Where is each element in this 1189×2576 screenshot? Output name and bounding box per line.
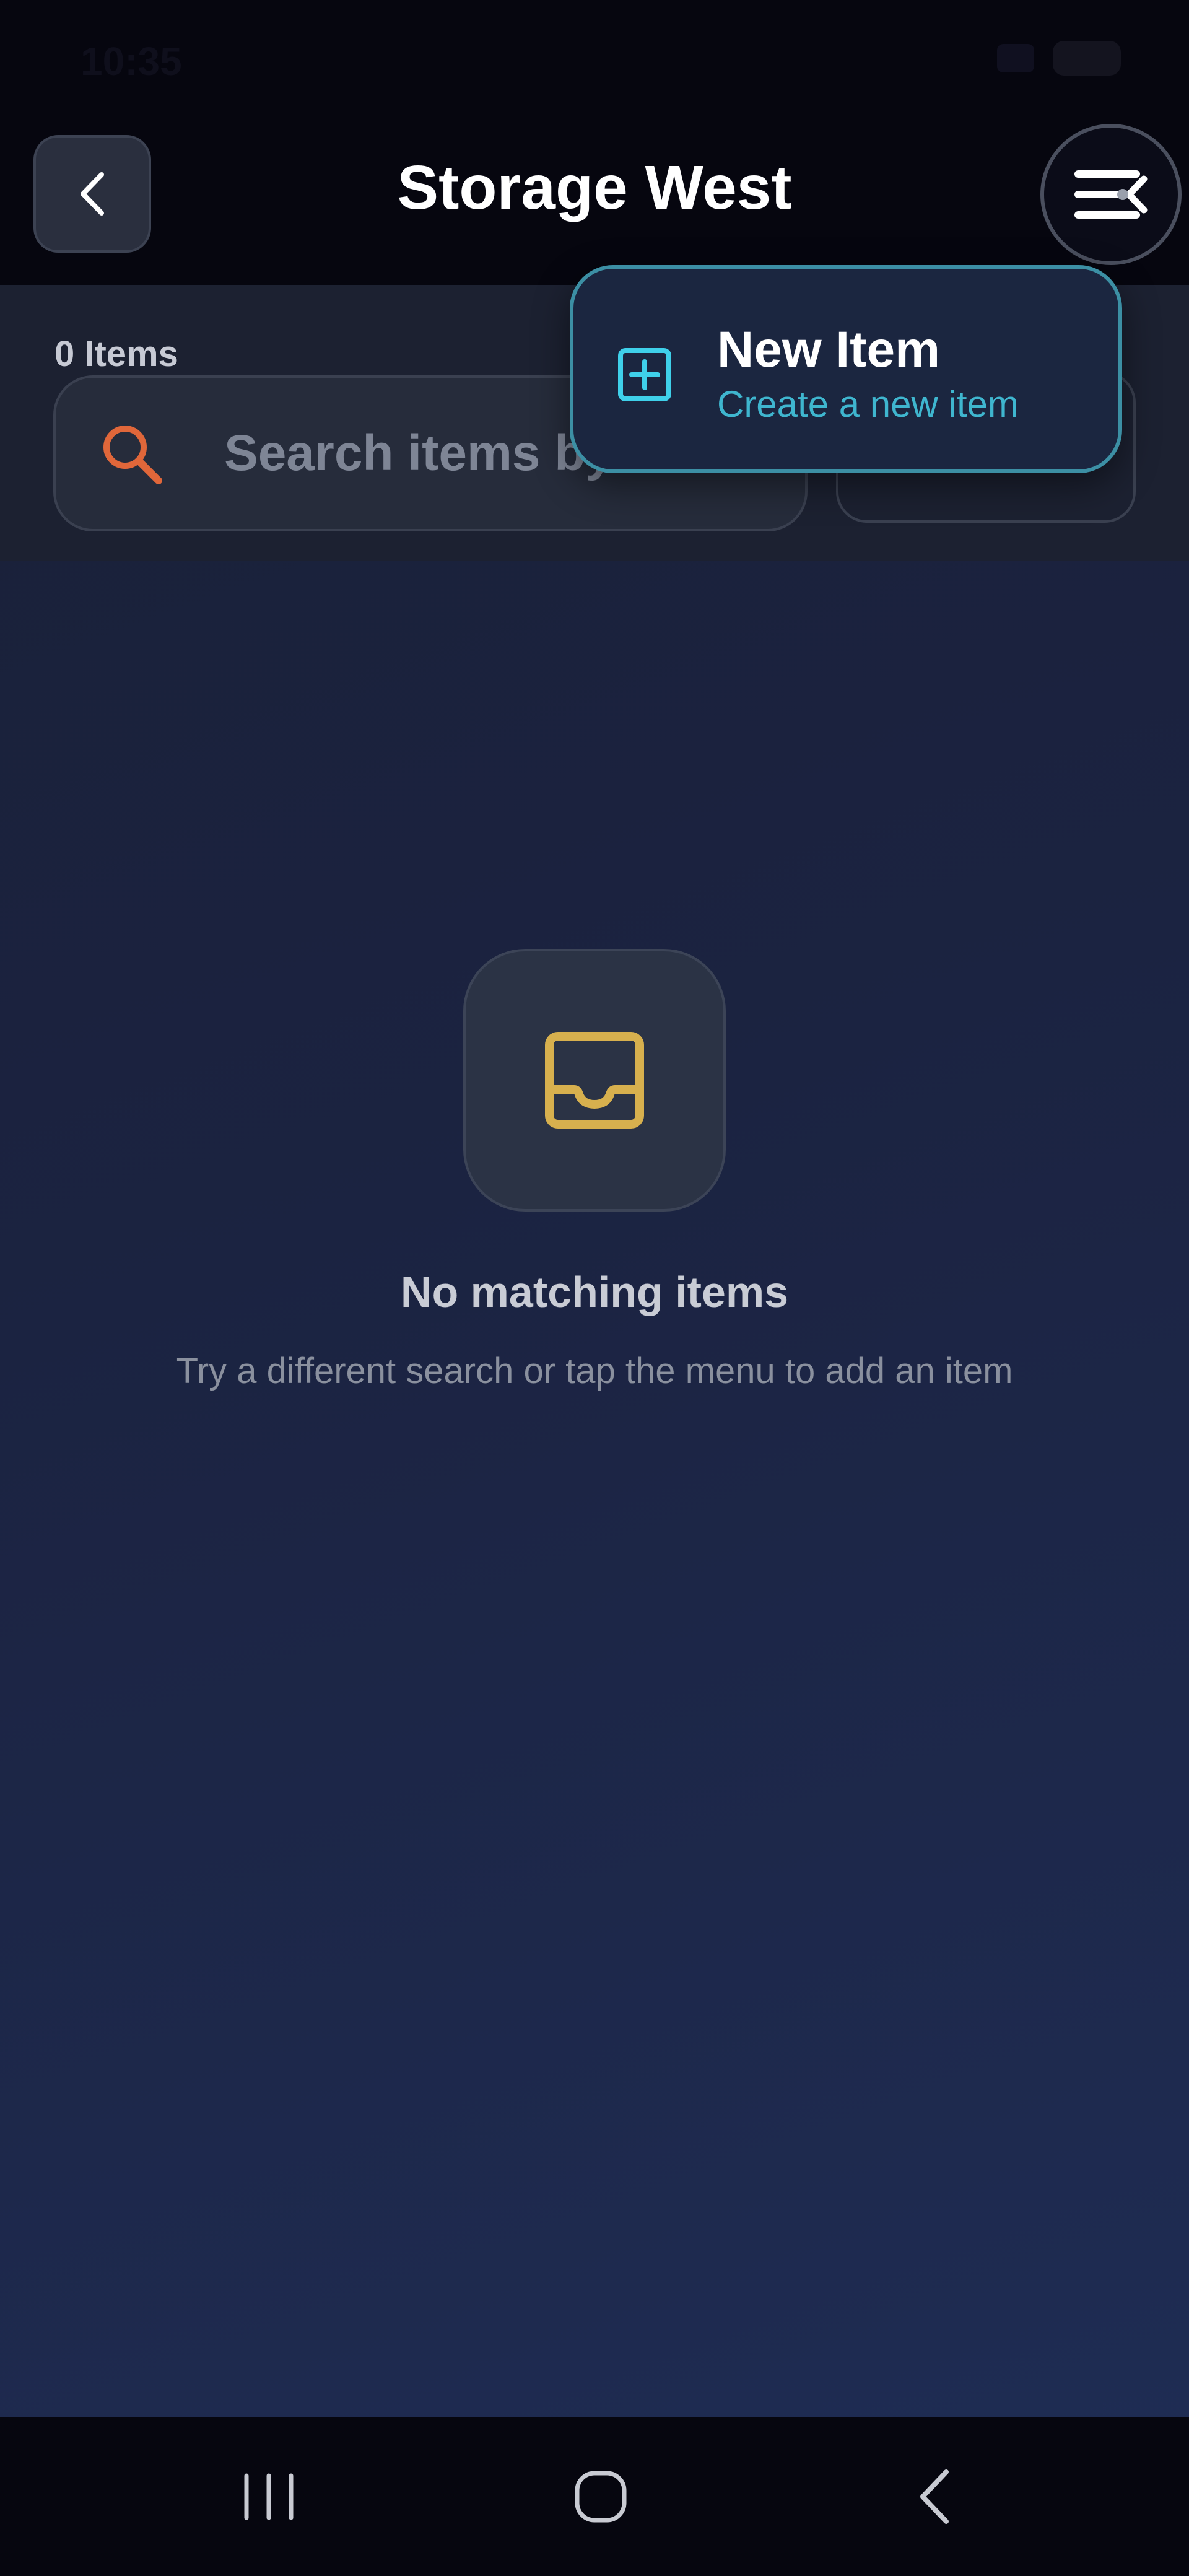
signal-icon bbox=[997, 44, 1034, 72]
new-item-subtitle: Create a new item bbox=[717, 383, 1019, 425]
home-icon bbox=[575, 2471, 627, 2522]
recents-icon bbox=[244, 2473, 294, 2520]
new-item-menu-item[interactable]: New Item Create a new item bbox=[573, 269, 1118, 469]
new-item-title: New Item bbox=[717, 321, 940, 378]
status-icons bbox=[997, 41, 1121, 76]
plus-square-icon bbox=[618, 348, 671, 401]
system-back-button[interactable] bbox=[842, 2417, 1028, 2576]
home-button[interactable] bbox=[508, 2417, 694, 2576]
back-icon bbox=[920, 2469, 949, 2524]
search-icon bbox=[103, 426, 162, 484]
dropdown-menu: New Item Create a new item bbox=[570, 265, 1122, 473]
status-time: 10:35 bbox=[81, 39, 182, 84]
empty-state-icon-box bbox=[463, 949, 726, 1212]
empty-state-subtitle: Try a different search or tap the menu t… bbox=[176, 1351, 1013, 1391]
items-count: 0 Items bbox=[54, 334, 178, 374]
page-title: Storage West bbox=[397, 153, 792, 222]
menu-button[interactable] bbox=[1040, 124, 1182, 265]
battery-icon bbox=[1053, 41, 1121, 76]
navigation-bar bbox=[0, 2417, 1189, 2576]
empty-state-title: No matching items bbox=[400, 1268, 789, 1316]
inbox-icon bbox=[545, 1032, 644, 1129]
status-bar: 10:35 bbox=[0, 0, 1189, 118]
recents-button[interactable] bbox=[176, 2417, 362, 2576]
menu-close-icon bbox=[1074, 170, 1148, 219]
app-header: Storage West bbox=[0, 118, 1189, 285]
